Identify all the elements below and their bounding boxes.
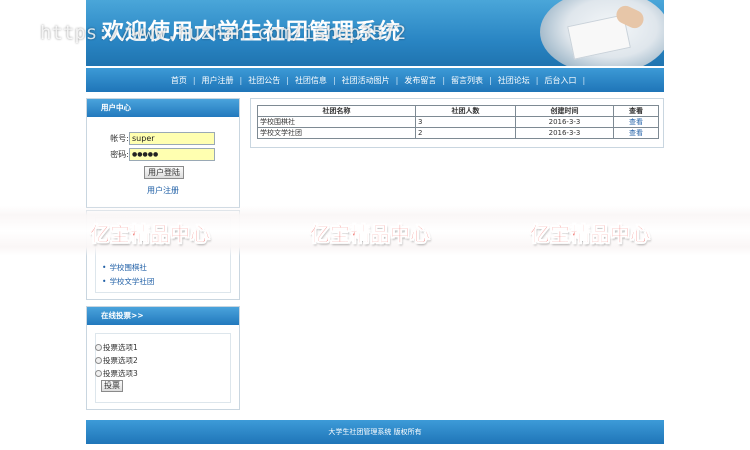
password-label: 密码: (110, 150, 129, 159)
nav-item-admin[interactable]: 后台入口 (538, 75, 582, 86)
club-list-item-label: 学校围棋社 (109, 263, 147, 272)
club-table-container: 社团名称 社团人数 创建时间 查看 学校围棋社 3 2016-3-3 查看 学校… (250, 98, 664, 148)
main-nav: 首页 | 用户注册 | 社团公告 | 社团信息 | 社团活动图片 | 发布留言 … (86, 68, 664, 92)
bullet-icon: • (102, 277, 107, 286)
register-link[interactable]: 用户注册 (147, 185, 179, 196)
radio-icon[interactable] (95, 357, 102, 364)
vote-option-label: 投票选项2 (103, 356, 138, 365)
account-label: 帐号: (110, 134, 129, 143)
vote-option-label: 投票选项3 (103, 369, 138, 378)
club-list-item[interactable]: • 学校文学社团 (102, 276, 154, 287)
table-header-row: 社团名称 社团人数 创建时间 查看 (257, 105, 659, 117)
cell-club-name: 学校文学社团 (257, 127, 416, 139)
vote-option-3[interactable]: 投票选项3 (95, 368, 138, 379)
nav-item-home[interactable]: 首页 (165, 75, 193, 86)
nav-item-forum[interactable]: 社团论坛 (492, 75, 536, 86)
bullet-icon: • (102, 263, 107, 272)
club-table: 社团名称 社团人数 创建时间 查看 学校围棋社 3 2016-3-3 查看 学校… (257, 105, 659, 139)
radio-icon[interactable] (95, 370, 102, 377)
vote-button[interactable]: 投票 (101, 380, 123, 392)
login-button[interactable]: 用户登陆 (144, 166, 184, 179)
col-header-club-name: 社团名称 (257, 105, 416, 117)
nav-item-message-list[interactable]: 留言列表 (445, 75, 489, 86)
nav-item-register[interactable]: 用户注册 (196, 75, 240, 86)
ad-banner-strip: 亿宝精品中心 亿宝精品中心 亿宝精品中心 (0, 206, 750, 256)
club-list-item[interactable]: • 学校围棋社 (102, 262, 147, 273)
site-footer: 大学生社团管理系统 版权所有 (86, 420, 664, 444)
ad-text: 亿宝精品中心 (90, 222, 211, 247)
password-input[interactable] (129, 148, 215, 161)
radio-icon[interactable] (95, 344, 102, 351)
banner-photo (540, 0, 664, 66)
user-center-header: 用户中心 (87, 99, 239, 117)
password-row: 密码: (107, 148, 215, 161)
ad-text: 亿宝精品中心 (310, 222, 431, 247)
nav-item-activity-photos[interactable]: 社团活动图片 (336, 75, 396, 86)
col-header-view: 查看 (613, 105, 659, 117)
col-header-created: 创建时间 (515, 105, 614, 117)
online-vote-panel: 在线投票>> 投票选项1 投票选项2 投票选项3 (86, 306, 240, 410)
cell-member-count: 2 (415, 127, 516, 139)
col-header-member-count: 社团人数 (415, 105, 516, 117)
account-row: 帐号: (107, 132, 215, 145)
url-watermark: https://www.huzhan.com/ishop3572 (40, 22, 407, 44)
ad-text: 亿宝精品中心 (530, 222, 651, 247)
cell-member-count: 3 (415, 116, 516, 128)
club-list-item-label: 学校文学社团 (109, 277, 155, 286)
footer-copyright: 大学生社团管理系统 版权所有 (328, 428, 422, 436)
vote-option-2[interactable]: 投票选项2 (95, 355, 138, 366)
cell-club-name: 学校围棋社 (257, 116, 416, 128)
cell-created: 2016-3-3 (515, 116, 614, 128)
view-link[interactable]: 查看 (613, 116, 659, 128)
vote-option-label: 投票选项1 (103, 343, 138, 352)
nav-item-post-message[interactable]: 发布留言 (398, 75, 442, 86)
account-input[interactable] (129, 132, 215, 145)
nav-item-club-info[interactable]: 社团信息 (289, 75, 333, 86)
user-center-panel: 用户中心 帐号: 密码: 用户登陆 用户注册 (86, 98, 240, 208)
nav-item-announcements[interactable]: 社团公告 (242, 75, 286, 86)
online-vote-header: 在线投票>> (87, 307, 239, 325)
vote-option-1[interactable]: 投票选项1 (95, 342, 138, 353)
nav-separator: | (582, 75, 586, 85)
view-link[interactable]: 查看 (613, 127, 659, 139)
table-row: 学校围棋社 3 2016-3-3 查看 (257, 116, 659, 128)
cell-created: 2016-3-3 (515, 127, 614, 139)
table-row: 学校文学社团 2 2016-3-3 查看 (257, 127, 659, 139)
